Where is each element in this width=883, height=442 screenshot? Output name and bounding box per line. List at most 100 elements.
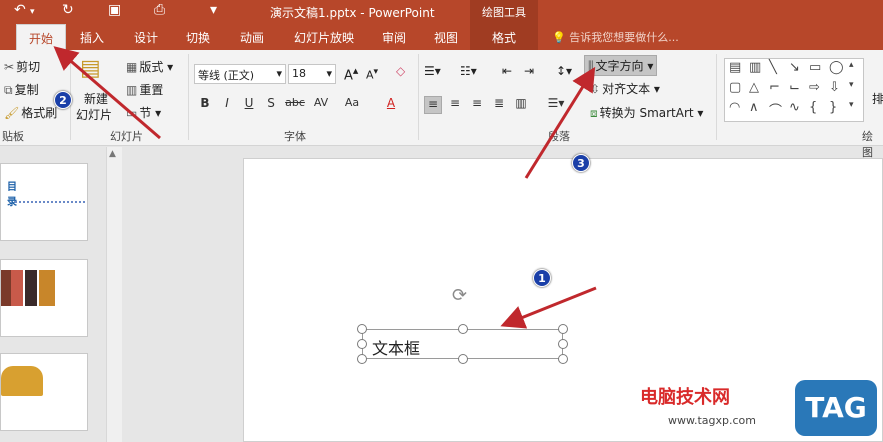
divider: [418, 54, 419, 140]
context-tab-label: 绘图工具: [470, 0, 538, 24]
resize-handle[interactable]: [558, 354, 568, 364]
curve-shape-icon[interactable]: ⌒: [769, 100, 782, 119]
left-brace-icon[interactable]: {: [809, 100, 817, 115]
undo-dropdown-icon[interactable]: ▾: [30, 7, 35, 17]
resize-handle[interactable]: [458, 354, 468, 364]
clipboard-group-label: 贴板: [2, 130, 24, 143]
resize-handle[interactable]: [357, 354, 367, 364]
oval-shape-icon[interactable]: ◯: [829, 60, 844, 75]
shrink-font-button[interactable]: A▾: [366, 66, 378, 82]
textbox-text[interactable]: 文本框: [372, 335, 420, 359]
customize-qat-icon[interactable]: ▾: [210, 2, 217, 18]
italic-button[interactable]: I: [218, 96, 236, 114]
rotate-handle-icon[interactable]: ⟳: [452, 285, 467, 306]
tell-me-search[interactable]: 💡 告诉我您想要做什么...: [552, 29, 679, 45]
down-arrow-shape-icon[interactable]: ⇩: [829, 80, 840, 95]
curve-shape-icon[interactable]: ∧: [749, 100, 759, 115]
slide-thumbnail-1[interactable]: 目 录: [0, 163, 88, 241]
slide-thumbnail-3[interactable]: [0, 353, 88, 431]
rounded-rect-shape-icon[interactable]: ▢: [729, 80, 741, 95]
redo-icon[interactable]: ↻: [62, 2, 74, 18]
tab-animations[interactable]: 动画: [230, 24, 274, 50]
more-shapes-icon[interactable]: ▾: [849, 100, 854, 110]
scroll-up-icon[interactable]: ▴: [849, 60, 854, 70]
scroll-down-icon[interactable]: ▾: [849, 80, 854, 90]
line-shape-icon[interactable]: ╲: [769, 60, 777, 75]
columns-icon[interactable]: ☰▾: [542, 96, 570, 114]
elbow-arrow-connector-icon[interactable]: ⌙: [789, 80, 800, 95]
undo-icon[interactable]: ↶: [14, 2, 26, 18]
new-slide-button-label[interactable]: 幻灯片: [76, 106, 112, 123]
section-button[interactable]: ▭ 节 ▾: [126, 104, 161, 121]
shadow-button[interactable]: S: [262, 96, 280, 114]
font-size-dropdown[interactable]: 18 ▾: [288, 64, 336, 84]
numbering-icon[interactable]: ☷▾: [460, 64, 477, 78]
right-arrow-shape-icon[interactable]: ⇨: [809, 80, 820, 95]
textbox-shape-icon[interactable]: ▤: [729, 60, 741, 75]
decrease-indent-icon[interactable]: ⇤: [502, 64, 512, 78]
resize-handle[interactable]: [558, 324, 568, 334]
resize-handle[interactable]: [357, 339, 367, 349]
justify-icon[interactable]: ≣: [490, 96, 508, 114]
resize-handle[interactable]: [357, 324, 367, 334]
reset-button[interactable]: ▥ 重置: [126, 81, 163, 98]
copy-button[interactable]: ⧉ 复制: [4, 81, 39, 98]
clear-format-icon[interactable]: ◇: [396, 64, 405, 78]
triangle-shape-icon[interactable]: △: [749, 80, 759, 95]
align-left-icon[interactable]: ≡: [424, 96, 442, 114]
font-name-dropdown[interactable]: 等线 (正文) ▾: [194, 64, 286, 84]
bold-button[interactable]: B: [196, 96, 214, 114]
elbow-connector-icon[interactable]: ⌐: [769, 80, 780, 95]
convert-smartart-button[interactable]: ⧈ 转换为 SmartArt ▾: [590, 104, 703, 121]
step-marker-2: 2: [54, 91, 72, 109]
rectangle-shape-icon[interactable]: ▭: [809, 60, 821, 75]
thumbnail-image: [11, 270, 23, 306]
resize-handle[interactable]: [458, 324, 468, 334]
thumbnail-scrollbar[interactable]: ▲: [106, 147, 122, 442]
lightbulb-icon: 💡: [552, 31, 566, 44]
tab-insert[interactable]: 插入: [70, 24, 114, 50]
slide-canvas[interactable]: [243, 158, 883, 442]
freeform-shape-icon[interactable]: ◠: [729, 100, 740, 115]
underline-button[interactable]: U: [240, 96, 258, 114]
from-beginning-icon[interactable]: ▣: [108, 2, 121, 18]
tab-view[interactable]: 视图: [424, 24, 468, 50]
slide-thumbnail-2[interactable]: [0, 259, 88, 337]
vertical-textbox-shape-icon[interactable]: ▥: [749, 60, 761, 75]
right-brace-icon[interactable]: }: [829, 100, 837, 115]
font-color-button[interactable]: A: [382, 96, 400, 114]
new-slide-icon[interactable]: ▤: [80, 56, 101, 81]
tab-review[interactable]: 审阅: [372, 24, 416, 50]
tab-slideshow[interactable]: 幻灯片放映: [284, 24, 364, 50]
text-direction-icon: ⫼: [588, 59, 594, 73]
print-preview-icon[interactable]: ⎙: [154, 2, 165, 18]
tab-design[interactable]: 设计: [124, 24, 168, 50]
align-right-icon[interactable]: ≡: [468, 96, 486, 114]
tab-transitions[interactable]: 切换: [176, 24, 220, 50]
char-spacing-button[interactable]: AV: [308, 96, 334, 114]
align-text-button[interactable]: ⇳ 对齐文本 ▾: [590, 80, 660, 97]
grow-font-button[interactable]: A▴: [344, 64, 358, 83]
arrange-button[interactable]: 排: [872, 90, 883, 107]
divider: [188, 54, 189, 140]
distributed-icon[interactable]: ▥: [512, 96, 530, 114]
tab-format[interactable]: 格式: [470, 24, 538, 50]
wave-shape-icon[interactable]: ∿: [789, 100, 800, 115]
change-case-button[interactable]: Aa: [340, 96, 364, 114]
line-spacing-icon[interactable]: ↕▾: [556, 64, 572, 78]
window-title: 演示文稿1.pptx - PowerPoint: [270, 6, 435, 20]
increase-indent-icon[interactable]: ⇥: [524, 64, 534, 78]
new-slide-button[interactable]: 新建: [84, 90, 108, 107]
arrow-line-shape-icon[interactable]: ↘: [789, 60, 800, 75]
cut-button[interactable]: ✂ 剪切: [4, 58, 40, 75]
tab-home[interactable]: 开始: [16, 24, 66, 50]
layout-button[interactable]: ▦ 版式 ▾: [126, 58, 173, 75]
shapes-gallery[interactable]: ▤ ▥ ╲ ↘ ▭ ◯ ▢ △ ⌐ ⌙ ⇨ ⇩ ◠ ∧ ⌒ ∿ { } ▴ ▾ …: [724, 58, 864, 122]
format-painter-button[interactable]: 🖌 格式刷: [4, 104, 57, 121]
text-direction-button[interactable]: ⫼ 文字方向 ▾: [584, 55, 658, 76]
scroll-up-icon[interactable]: ▲: [109, 149, 116, 159]
align-center-icon[interactable]: ≡: [446, 96, 464, 114]
strikethrough-button[interactable]: abc: [282, 96, 308, 114]
bullets-icon[interactable]: ☰▾: [424, 64, 441, 78]
resize-handle[interactable]: [558, 339, 568, 349]
